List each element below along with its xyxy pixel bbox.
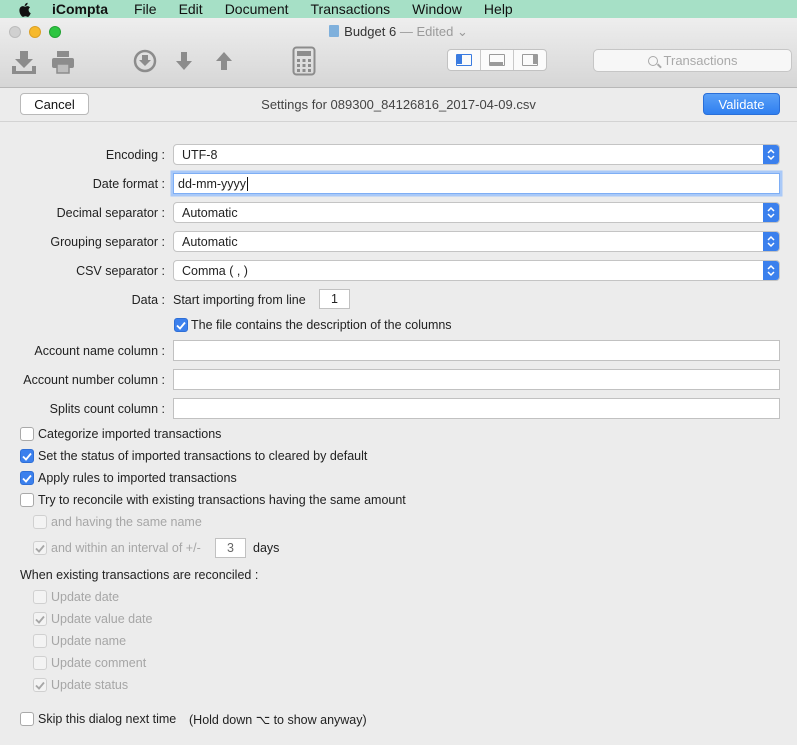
- same-name-checkbox[interactable]: [33, 515, 47, 529]
- grouping-separator-value: Automatic: [182, 234, 238, 249]
- menu-transactions[interactable]: Transactions: [311, 1, 391, 17]
- update-date-checkbox[interactable]: [33, 590, 47, 604]
- checkmark-icon: [22, 452, 32, 461]
- sheet-header: Cancel Settings for 089300_84126816_2017…: [0, 89, 797, 122]
- decimal-separator-value: Automatic: [182, 205, 238, 220]
- splits-count-label: Splits count column :: [49, 402, 165, 416]
- update-status-checkbox[interactable]: [33, 678, 47, 692]
- window-toolbar: Budget 6 — Edited ⌄ Transactions: [0, 18, 797, 88]
- search-icon: [647, 55, 658, 66]
- view-mode-segmented-control: [447, 49, 547, 71]
- csv-separator-select[interactable]: Comma ( , ): [173, 260, 780, 281]
- sidebar-view-button[interactable]: [448, 50, 481, 70]
- document-icon: [329, 25, 340, 37]
- menu-file[interactable]: File: [134, 1, 157, 17]
- decimal-separator-label: Decimal separator :: [56, 206, 165, 220]
- update-date-label: Update date: [51, 590, 120, 604]
- csv-separator-label: CSV separator :: [76, 264, 165, 278]
- date-format-value: dd-mm-yyyy: [178, 176, 247, 191]
- apply-rules-checkbox[interactable]: [20, 471, 34, 485]
- same-name-label: and having the same name: [51, 515, 202, 529]
- csv-separator-value: Comma ( , ): [182, 263, 248, 278]
- account-name-input[interactable]: [173, 340, 780, 361]
- interval-checkbox[interactable]: [33, 541, 47, 555]
- search-input[interactable]: Transactions: [593, 49, 792, 72]
- search-placeholder: Transactions: [663, 53, 738, 68]
- checkmark-icon: [35, 681, 45, 690]
- updown-arrows-icon: [763, 203, 779, 222]
- skip-dialog-hint: (Hold down ⌥ to show anyway): [189, 713, 367, 727]
- arrow-up-icon[interactable]: [215, 51, 233, 71]
- checkmark-icon: [22, 474, 32, 483]
- skip-dialog-checkbox[interactable]: [20, 712, 34, 726]
- grouping-separator-label: Grouping separator :: [50, 235, 165, 249]
- updown-arrows-icon: [763, 232, 779, 251]
- date-format-label: Date format :: [92, 177, 165, 191]
- menu-app-name[interactable]: iCompta: [52, 1, 108, 17]
- reconcile-checkbox[interactable]: [20, 493, 34, 507]
- header-row-label: The file contains the description of the…: [191, 318, 452, 332]
- bottom-panel-view-button[interactable]: [481, 50, 514, 70]
- encoding-label: Encoding :: [105, 148, 165, 162]
- import-icon[interactable]: [10, 49, 38, 75]
- update-name-checkbox[interactable]: [33, 634, 47, 648]
- update-name-label: Update name: [51, 634, 127, 648]
- account-number-label: Account number column :: [23, 373, 165, 387]
- splits-count-input[interactable]: [173, 398, 780, 419]
- start-line-text: Start importing from line: [173, 293, 306, 307]
- update-comment-checkbox[interactable]: [33, 656, 47, 670]
- cleared-status-label: Set the status of imported transactions …: [38, 449, 368, 463]
- arrow-down-icon[interactable]: [175, 51, 193, 71]
- chevron-down-icon[interactable]: ⌄: [457, 24, 468, 39]
- sidebar-left-icon: [456, 54, 472, 66]
- header-row-checkbox[interactable]: [174, 318, 188, 332]
- menu-document[interactable]: Document: [225, 1, 289, 17]
- skip-dialog-label: Skip this dialog next time: [38, 712, 177, 726]
- update-comment-label: Update comment: [51, 656, 147, 670]
- encoding-select[interactable]: UTF-8: [173, 144, 780, 165]
- days-label: days: [253, 541, 280, 555]
- categorize-checkbox[interactable]: [20, 427, 34, 441]
- sheet-title: Settings for 089300_84126816_2017-04-09.…: [261, 97, 536, 112]
- grouping-separator-select[interactable]: Automatic: [173, 231, 780, 252]
- reconcile-label: Try to reconcile with existing transacti…: [38, 493, 406, 507]
- menu-bar: iCompta File Edit Document Transactions …: [0, 0, 797, 18]
- account-name-label: Account name column :: [34, 344, 165, 358]
- updown-arrows-icon: [763, 145, 779, 164]
- panel-bottom-icon: [489, 54, 505, 66]
- apple-icon[interactable]: [18, 2, 38, 17]
- checkmark-icon: [35, 615, 45, 624]
- update-value-date-label: Update value date: [51, 612, 153, 626]
- apply-rules-label: Apply rules to imported transactions: [38, 471, 237, 485]
- download-circle-icon[interactable]: [133, 49, 157, 73]
- menu-window[interactable]: Window: [412, 1, 462, 17]
- decimal-separator-select[interactable]: Automatic: [173, 202, 780, 223]
- menu-edit[interactable]: Edit: [179, 1, 203, 17]
- validate-button[interactable]: Validate: [703, 93, 780, 115]
- window-title-text: Budget 6: [344, 24, 397, 39]
- edited-status: — Edited: [399, 24, 454, 39]
- update-status-label: Update status: [51, 678, 129, 692]
- interval-days-input[interactable]: 3: [215, 538, 246, 558]
- reconciled-heading: When existing transactions are reconcile…: [20, 568, 259, 582]
- date-format-input[interactable]: dd-mm-yyyy: [173, 173, 780, 194]
- start-line-input[interactable]: 1: [319, 289, 350, 309]
- checkmark-icon: [176, 321, 186, 330]
- categorize-label: Categorize imported transactions: [38, 427, 222, 441]
- printer-icon[interactable]: [50, 49, 76, 75]
- menu-help[interactable]: Help: [484, 1, 513, 17]
- right-panel-view-button[interactable]: [514, 50, 546, 70]
- encoding-value: UTF-8: [182, 147, 218, 162]
- panel-right-icon: [522, 54, 538, 66]
- text-caret: [247, 176, 249, 191]
- account-number-input[interactable]: [173, 369, 780, 390]
- cleared-status-checkbox[interactable]: [20, 449, 34, 463]
- updown-arrows-icon: [763, 261, 779, 280]
- data-label: Data :: [131, 293, 165, 307]
- window-title: Budget 6 — Edited ⌄: [0, 24, 797, 40]
- calculator-icon[interactable]: [292, 46, 316, 76]
- checkmark-icon: [35, 544, 45, 553]
- interval-label: and within an interval of +/-: [51, 541, 201, 555]
- update-value-date-checkbox[interactable]: [33, 612, 47, 626]
